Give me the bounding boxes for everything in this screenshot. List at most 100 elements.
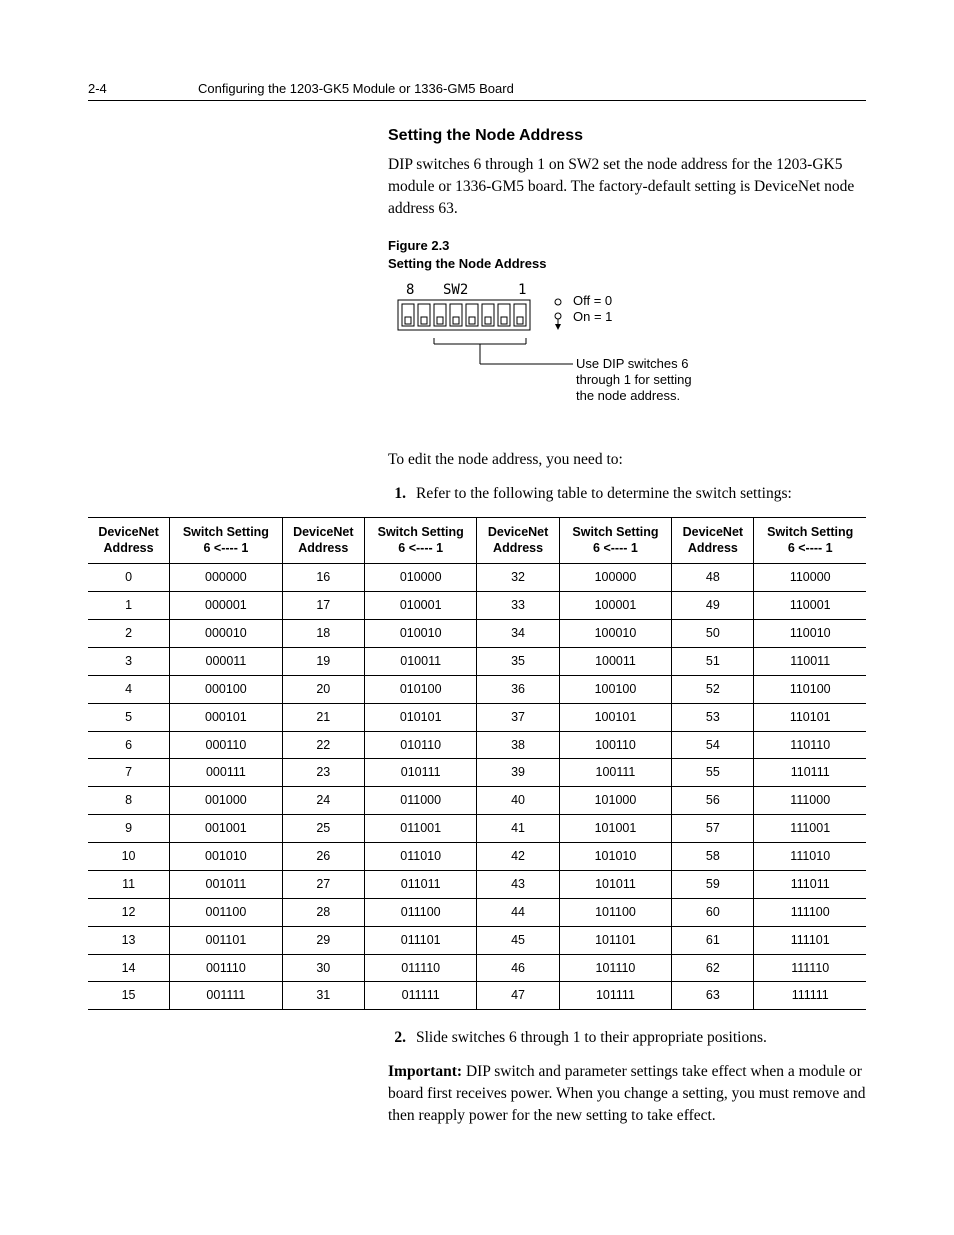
table-cell: 110010	[754, 620, 866, 648]
table-cell: 000011	[170, 647, 283, 675]
table-cell: 61	[672, 926, 754, 954]
callout-line2: through 1 for setting	[576, 372, 692, 387]
table-cell: 100001	[559, 592, 672, 620]
table-cell: 111111	[754, 982, 866, 1010]
table-cell: 011111	[364, 982, 477, 1010]
table-cell: 26	[282, 843, 364, 871]
table-cell: 000001	[170, 592, 283, 620]
table-cell: 23	[282, 759, 364, 787]
table-cell: 101101	[559, 926, 672, 954]
table-cell: 37	[477, 703, 559, 731]
table-cell: 011110	[364, 954, 477, 982]
table-cell: 000000	[170, 564, 283, 592]
table-cell: 100011	[559, 647, 672, 675]
table-cell: 49	[672, 592, 754, 620]
table-cell: 100110	[559, 731, 672, 759]
table-cell: 0	[88, 564, 170, 592]
table-row: 12001100280111004410110060111100	[88, 898, 866, 926]
table-cell: 000110	[170, 731, 283, 759]
table-cell: 101010	[559, 843, 672, 871]
table-cell: 34	[477, 620, 559, 648]
table-cell: 001100	[170, 898, 283, 926]
table-cell: 31	[282, 982, 364, 1010]
col-switch-1: Switch Setting6 <---- 1	[364, 518, 477, 564]
table-cell: 001011	[170, 870, 283, 898]
table-row: 8001000240110004010100056111000	[88, 787, 866, 815]
step-2-marker: 2.	[388, 1028, 416, 1049]
step-1-marker: 1.	[388, 484, 416, 505]
table-cell: 101000	[559, 787, 672, 815]
table-cell: 60	[672, 898, 754, 926]
table-cell: 36	[477, 675, 559, 703]
table-cell: 011011	[364, 870, 477, 898]
important-label: Important:	[388, 1063, 462, 1080]
table-cell: 001110	[170, 954, 283, 982]
table-cell: 010001	[364, 592, 477, 620]
table-cell: 110111	[754, 759, 866, 787]
table-cell: 62	[672, 954, 754, 982]
table-cell: 58	[672, 843, 754, 871]
table-cell: 63	[672, 982, 754, 1010]
table-cell: 111011	[754, 870, 866, 898]
table-cell: 1	[88, 592, 170, 620]
table-cell: 011101	[364, 926, 477, 954]
table-cell: 111000	[754, 787, 866, 815]
table-cell: 100010	[559, 620, 672, 648]
table-row: 11001011270110114310101159111011	[88, 870, 866, 898]
table-cell: 3	[88, 647, 170, 675]
table-cell: 011000	[364, 787, 477, 815]
callout-line3: the node address.	[576, 388, 680, 403]
figure-number: Figure 2.3	[388, 238, 449, 253]
table-cell: 5	[88, 703, 170, 731]
table-cell: 101001	[559, 815, 672, 843]
table-cell: 100000	[559, 564, 672, 592]
figure-title: Setting the Node Address	[388, 256, 546, 271]
table-cell: 24	[282, 787, 364, 815]
lead-in-text: To edit the node address, you need to:	[388, 449, 866, 471]
table-cell: 101011	[559, 870, 672, 898]
table-cell: 7	[88, 759, 170, 787]
col-addr-0: DeviceNetAddress	[88, 518, 170, 564]
table-cell: 53	[672, 703, 754, 731]
table-cell: 011010	[364, 843, 477, 871]
col-switch-3: Switch Setting6 <---- 1	[754, 518, 866, 564]
table-row: 9001001250110014110100157111001	[88, 815, 866, 843]
table-cell: 41	[477, 815, 559, 843]
table-cell: 30	[282, 954, 364, 982]
table-cell: 110110	[754, 731, 866, 759]
table-cell: 39	[477, 759, 559, 787]
table-cell: 45	[477, 926, 559, 954]
table-cell: 54	[672, 731, 754, 759]
sw-left-label: 8	[406, 282, 414, 298]
legend-off: Off = 0	[573, 293, 612, 308]
table-cell: 111101	[754, 926, 866, 954]
table-cell: 56	[672, 787, 754, 815]
table-row: 15001111310111114710111163111111	[88, 982, 866, 1010]
table-cell: 40	[477, 787, 559, 815]
intro-paragraph: DIP switches 6 through 1 on SW2 set the …	[388, 154, 866, 219]
table-cell: 50	[672, 620, 754, 648]
table-cell: 52	[672, 675, 754, 703]
table-cell: 000101	[170, 703, 283, 731]
table-cell: 21	[282, 703, 364, 731]
table-cell: 4	[88, 675, 170, 703]
table-cell: 20	[282, 675, 364, 703]
table-cell: 42	[477, 843, 559, 871]
table-cell: 55	[672, 759, 754, 787]
dip-switch-figure: 8 SW2 1 Off = 0 On = 1	[388, 280, 866, 427]
table-cell: 000010	[170, 620, 283, 648]
table-cell: 010011	[364, 647, 477, 675]
col-addr-2: DeviceNetAddress	[477, 518, 559, 564]
table-cell: 10	[88, 843, 170, 871]
col-switch-0: Switch Setting6 <---- 1	[170, 518, 283, 564]
table-header-row: DeviceNetAddress Switch Setting6 <---- 1…	[88, 518, 866, 564]
table-cell: 9	[88, 815, 170, 843]
table-row: 0000000160100003210000048110000	[88, 564, 866, 592]
table-row: 6000110220101103810011054110110	[88, 731, 866, 759]
table-cell: 011100	[364, 898, 477, 926]
table-cell: 17	[282, 592, 364, 620]
table-cell: 33	[477, 592, 559, 620]
table-cell: 100111	[559, 759, 672, 787]
table-cell: 110100	[754, 675, 866, 703]
header-title: Configuring the 1203-GK5 Module or 1336-…	[198, 80, 514, 98]
